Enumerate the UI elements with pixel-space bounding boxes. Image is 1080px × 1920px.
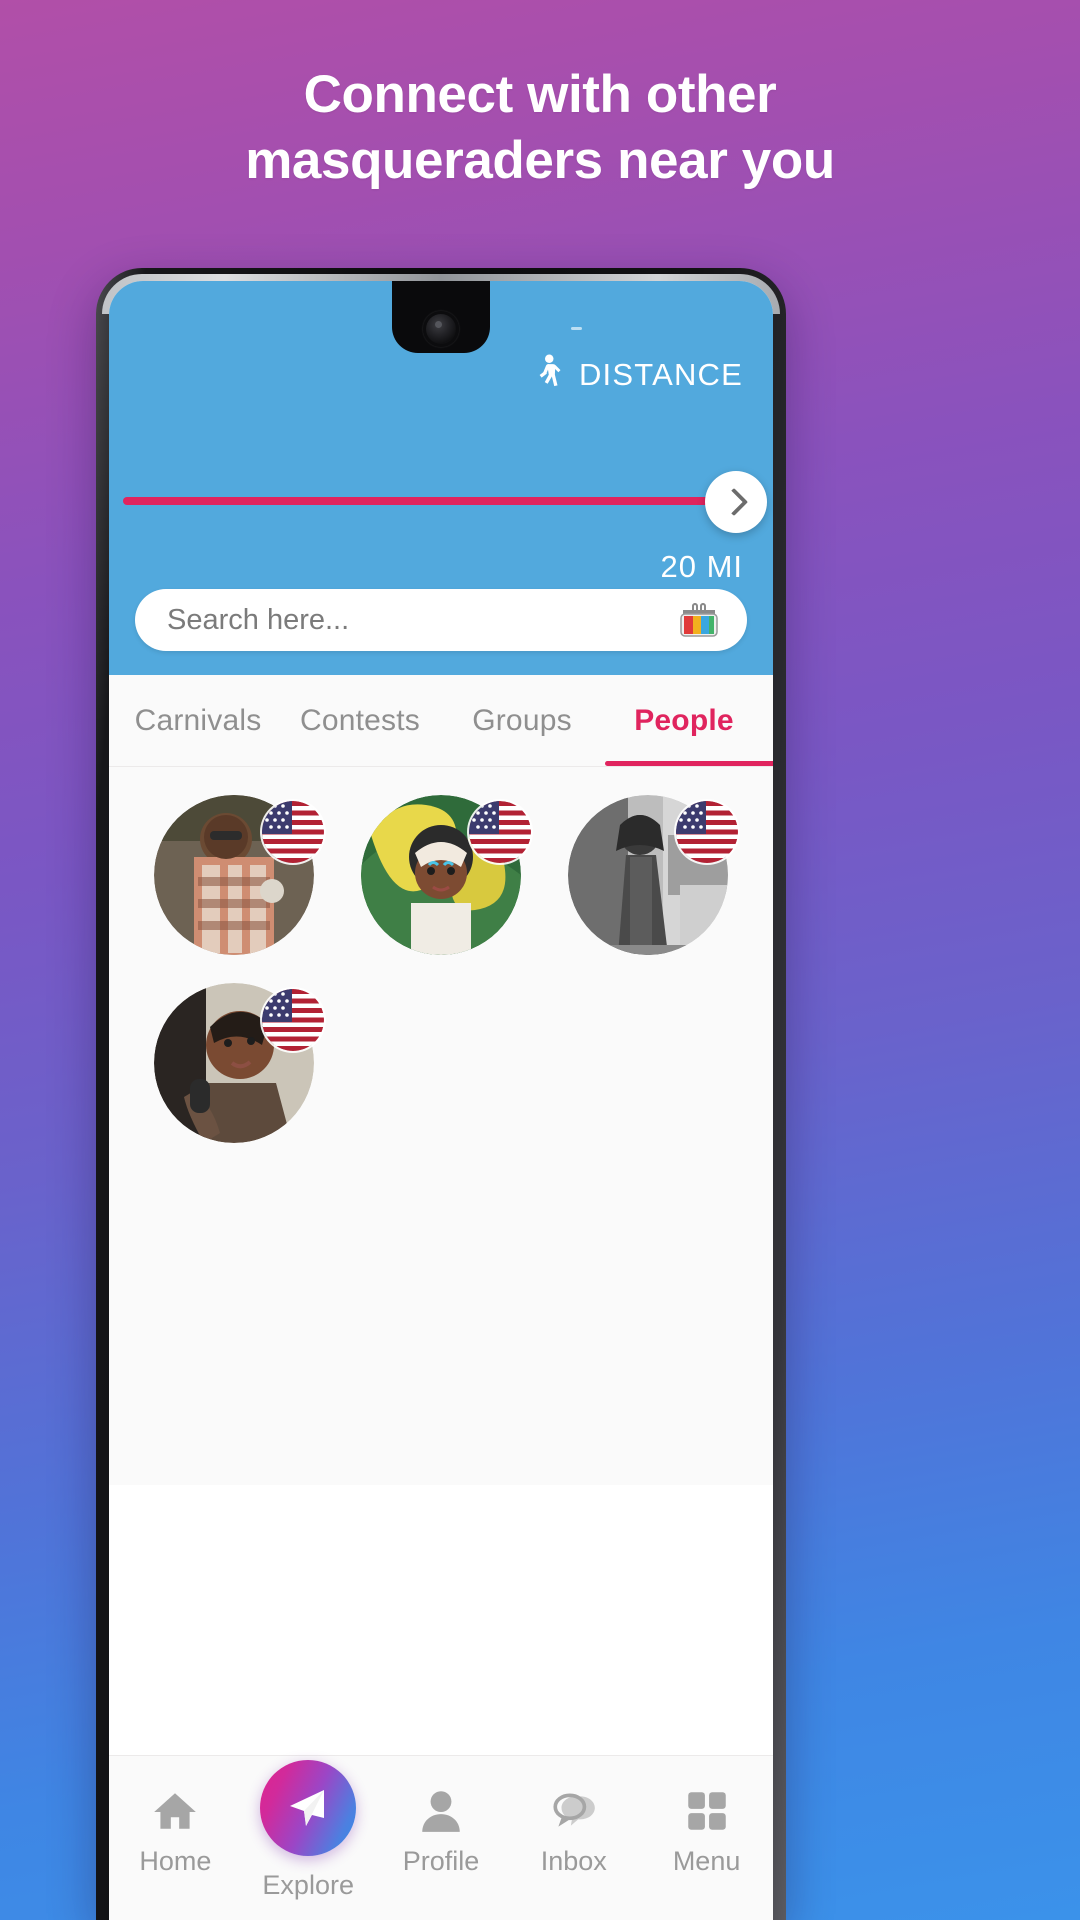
us-flag-badge xyxy=(262,801,325,863)
list-item[interactable] xyxy=(338,795,545,955)
nav-label-explore: Explore xyxy=(262,1870,354,1900)
nav-label-home: Home xyxy=(139,1846,212,1876)
us-flag-badge xyxy=(468,801,531,863)
headline-line-1: Connect with other xyxy=(303,65,777,124)
distance-control[interactable]: DISTANCE xyxy=(533,353,743,397)
distance-value: 20 MI xyxy=(660,549,743,584)
us-flag-badge xyxy=(262,989,325,1051)
us-flag-badge xyxy=(675,801,738,863)
phone-screen: DISTANCE 20 MI Search here... Carnivals … xyxy=(109,281,773,1920)
phone-mockup: DISTANCE 20 MI Search here... Carnivals … xyxy=(96,268,786,1920)
explore-bubble[interactable] xyxy=(260,1760,357,1856)
avatar[interactable] xyxy=(360,795,531,955)
bottom-navigation: Home Explore Profile Inbox Menu xyxy=(109,1755,773,1920)
slider-track[interactable] xyxy=(123,497,721,505)
list-item[interactable] xyxy=(544,795,751,955)
nav-item-home[interactable]: Home xyxy=(109,1786,242,1877)
avatar[interactable] xyxy=(567,795,738,955)
avatar[interactable] xyxy=(154,983,325,1143)
phone-notch xyxy=(392,281,490,353)
header-speck xyxy=(571,327,582,330)
front-camera-icon xyxy=(423,311,459,347)
grid-squares-icon xyxy=(687,1792,726,1830)
search-input[interactable] xyxy=(167,603,677,637)
nav-item-profile[interactable]: Profile xyxy=(375,1786,508,1877)
chat-bubbles-icon xyxy=(553,1793,595,1827)
list-item[interactable] xyxy=(131,983,338,1143)
tab-people[interactable]: People xyxy=(603,675,773,766)
headline-line-2: masqueraders near you xyxy=(245,131,835,191)
distance-slider[interactable] xyxy=(123,471,767,533)
search-bar[interactable] xyxy=(135,589,747,651)
nav-item-explore[interactable]: Explore xyxy=(242,1760,375,1901)
nav-label-profile: Profile xyxy=(402,1846,480,1876)
person-icon xyxy=(422,1791,460,1832)
promo-headline: Connect with other masqueraders near you xyxy=(0,62,1080,195)
category-tabs: Carnivals Contests Groups People xyxy=(109,675,773,767)
nav-item-menu[interactable]: Menu xyxy=(640,1786,773,1877)
home-icon xyxy=(154,1793,197,1829)
walking-person-icon xyxy=(539,354,561,387)
distance-label: DISTANCE xyxy=(578,357,743,392)
carnival-mask-icon[interactable] xyxy=(677,601,721,639)
list-item[interactable] xyxy=(131,795,338,955)
people-grid xyxy=(109,767,773,1485)
chevron-right-icon xyxy=(719,487,748,517)
slider-thumb[interactable] xyxy=(705,471,767,533)
nav-item-inbox[interactable]: Inbox xyxy=(507,1786,640,1877)
nav-label-inbox: Inbox xyxy=(540,1846,607,1876)
tab-groups[interactable]: Groups xyxy=(441,675,603,766)
paper-plane-icon xyxy=(290,1790,325,1826)
avatar[interactable] xyxy=(154,795,325,955)
tab-contests[interactable]: Contests xyxy=(279,675,441,766)
tab-carnivals[interactable]: Carnivals xyxy=(117,675,279,766)
nav-label-menu: Menu xyxy=(672,1846,741,1876)
